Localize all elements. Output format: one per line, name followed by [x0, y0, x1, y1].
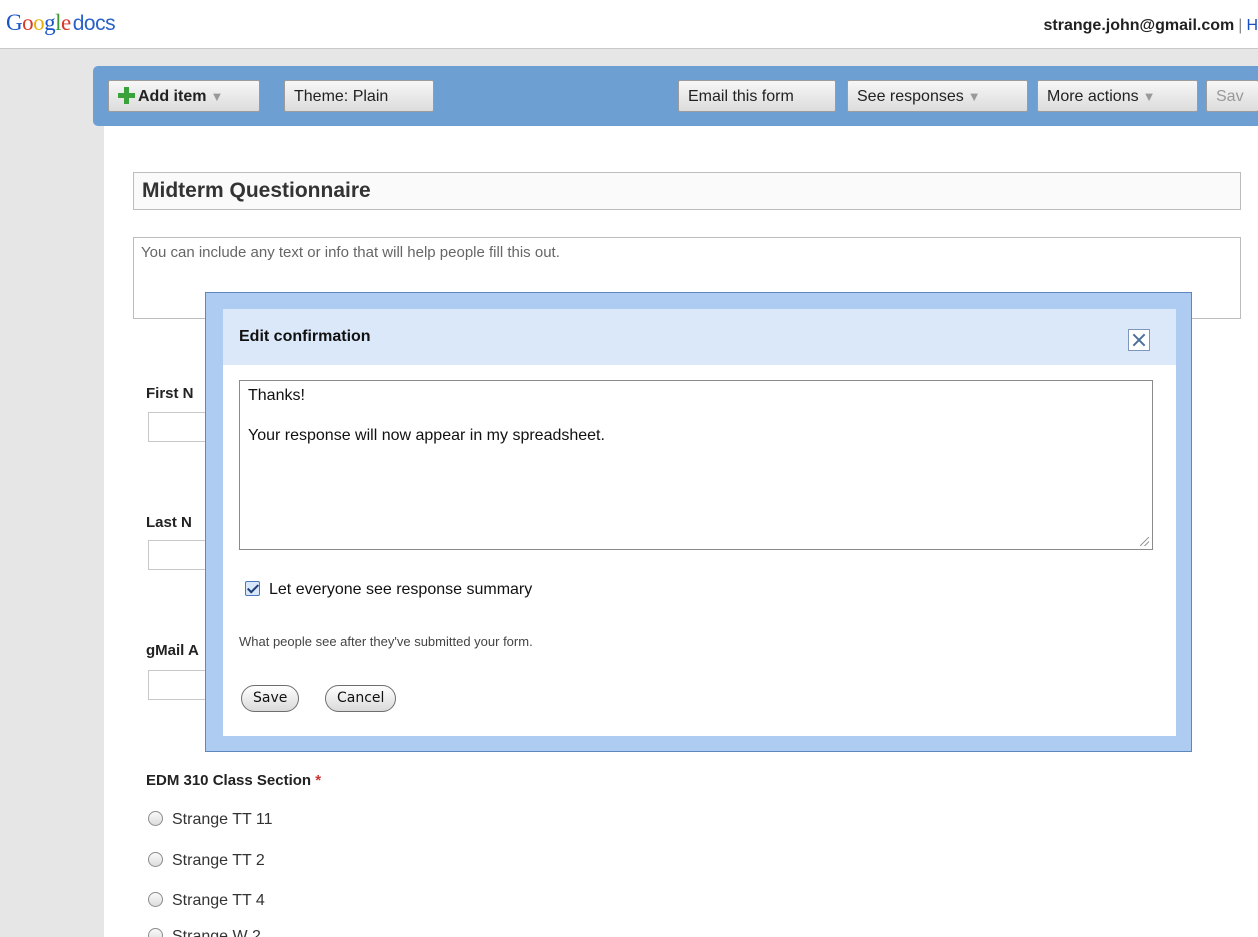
- radio-option-label: Strange TT 4: [172, 892, 265, 909]
- left-gutter: [0, 49, 104, 937]
- radio-button[interactable]: [148, 852, 163, 867]
- radio-option-tt4[interactable]: Strange TT 4: [148, 892, 265, 910]
- required-mark: *: [315, 772, 322, 789]
- email-form-button[interactable]: Email this form: [678, 80, 836, 112]
- account-email: strange.john@gmail.com: [1043, 17, 1235, 34]
- dialog-title: Edit confirmation: [239, 328, 371, 345]
- radio-option-w2[interactable]: Strange W 2: [148, 928, 261, 937]
- close-icon[interactable]: [1128, 329, 1150, 351]
- form-title-input[interactable]: Midterm Questionnaire: [133, 172, 1241, 210]
- dialog-header: Edit confirmation: [223, 309, 1176, 365]
- account-separator: |: [1238, 17, 1243, 34]
- question-label-last-name: Last N: [146, 514, 192, 531]
- dialog-hint: What people see after they've submitted …: [239, 634, 533, 649]
- dialog-cancel-button[interactable]: Cancel: [325, 685, 397, 712]
- chevron-down-icon: ▼: [210, 89, 224, 104]
- add-item-button[interactable]: Add item ▼: [108, 80, 260, 112]
- save-button[interactable]: Sav: [1206, 80, 1258, 112]
- edit-confirmation-dialog: Edit confirmation Thanks! Your response …: [223, 309, 1176, 736]
- google-docs-logo[interactable]: Googledocs: [6, 10, 116, 36]
- radio-option-label: Strange W 2: [172, 928, 261, 937]
- dialog-save-button[interactable]: Save: [241, 685, 300, 712]
- add-item-label: Add item: [138, 88, 207, 105]
- help-link[interactable]: H: [1246, 17, 1258, 34]
- question-label-first-name: First N: [146, 385, 194, 402]
- response-summary-option[interactable]: Let everyone see response summary: [245, 581, 532, 599]
- radio-button[interactable]: [148, 811, 163, 826]
- theme-button[interactable]: Theme: Plain: [284, 80, 434, 112]
- radio-option-tt2[interactable]: Strange TT 2: [148, 852, 265, 870]
- more-actions-button[interactable]: More actions ▼: [1037, 80, 1198, 112]
- class-section-label: EDM 310 Class Section: [146, 772, 312, 789]
- see-responses-label: See responses: [857, 88, 964, 105]
- question-label-gmail: gMail A: [146, 642, 199, 659]
- google-logo-text: Google: [6, 10, 71, 35]
- app-header: Googledocs strange.john@gmail.com | H: [0, 0, 1258, 49]
- see-responses-button[interactable]: See responses ▼: [847, 80, 1028, 112]
- chevron-down-icon: ▼: [1142, 89, 1156, 104]
- question-label-class-section: EDM 310 Class Section *: [146, 772, 321, 789]
- radio-option-label: Strange TT 2: [172, 852, 265, 869]
- message-line-1: Thanks!: [248, 387, 305, 404]
- radio-option-tt11[interactable]: Strange TT 11: [148, 811, 273, 829]
- chevron-down-icon: ▼: [967, 89, 981, 104]
- confirmation-message-textarea[interactable]: Thanks! Your response will now appear in…: [239, 380, 1153, 550]
- docs-logo-text: docs: [72, 12, 116, 35]
- more-actions-label: More actions: [1047, 88, 1139, 105]
- form-toolbar: Add item ▼ Theme: Plain Email this form S…: [93, 66, 1258, 126]
- response-summary-label: Let everyone see response summary: [269, 581, 533, 598]
- response-summary-checkbox[interactable]: [245, 581, 260, 596]
- radio-button[interactable]: [148, 928, 163, 937]
- radio-option-label: Strange TT 11: [172, 811, 273, 828]
- message-line-2: Your response will now appear in my spre…: [248, 427, 605, 444]
- radio-button[interactable]: [148, 892, 163, 907]
- account-bar: strange.john@gmail.com | H: [1044, 17, 1258, 35]
- resize-handle[interactable]: [1140, 537, 1149, 546]
- plus-icon: [118, 87, 135, 104]
